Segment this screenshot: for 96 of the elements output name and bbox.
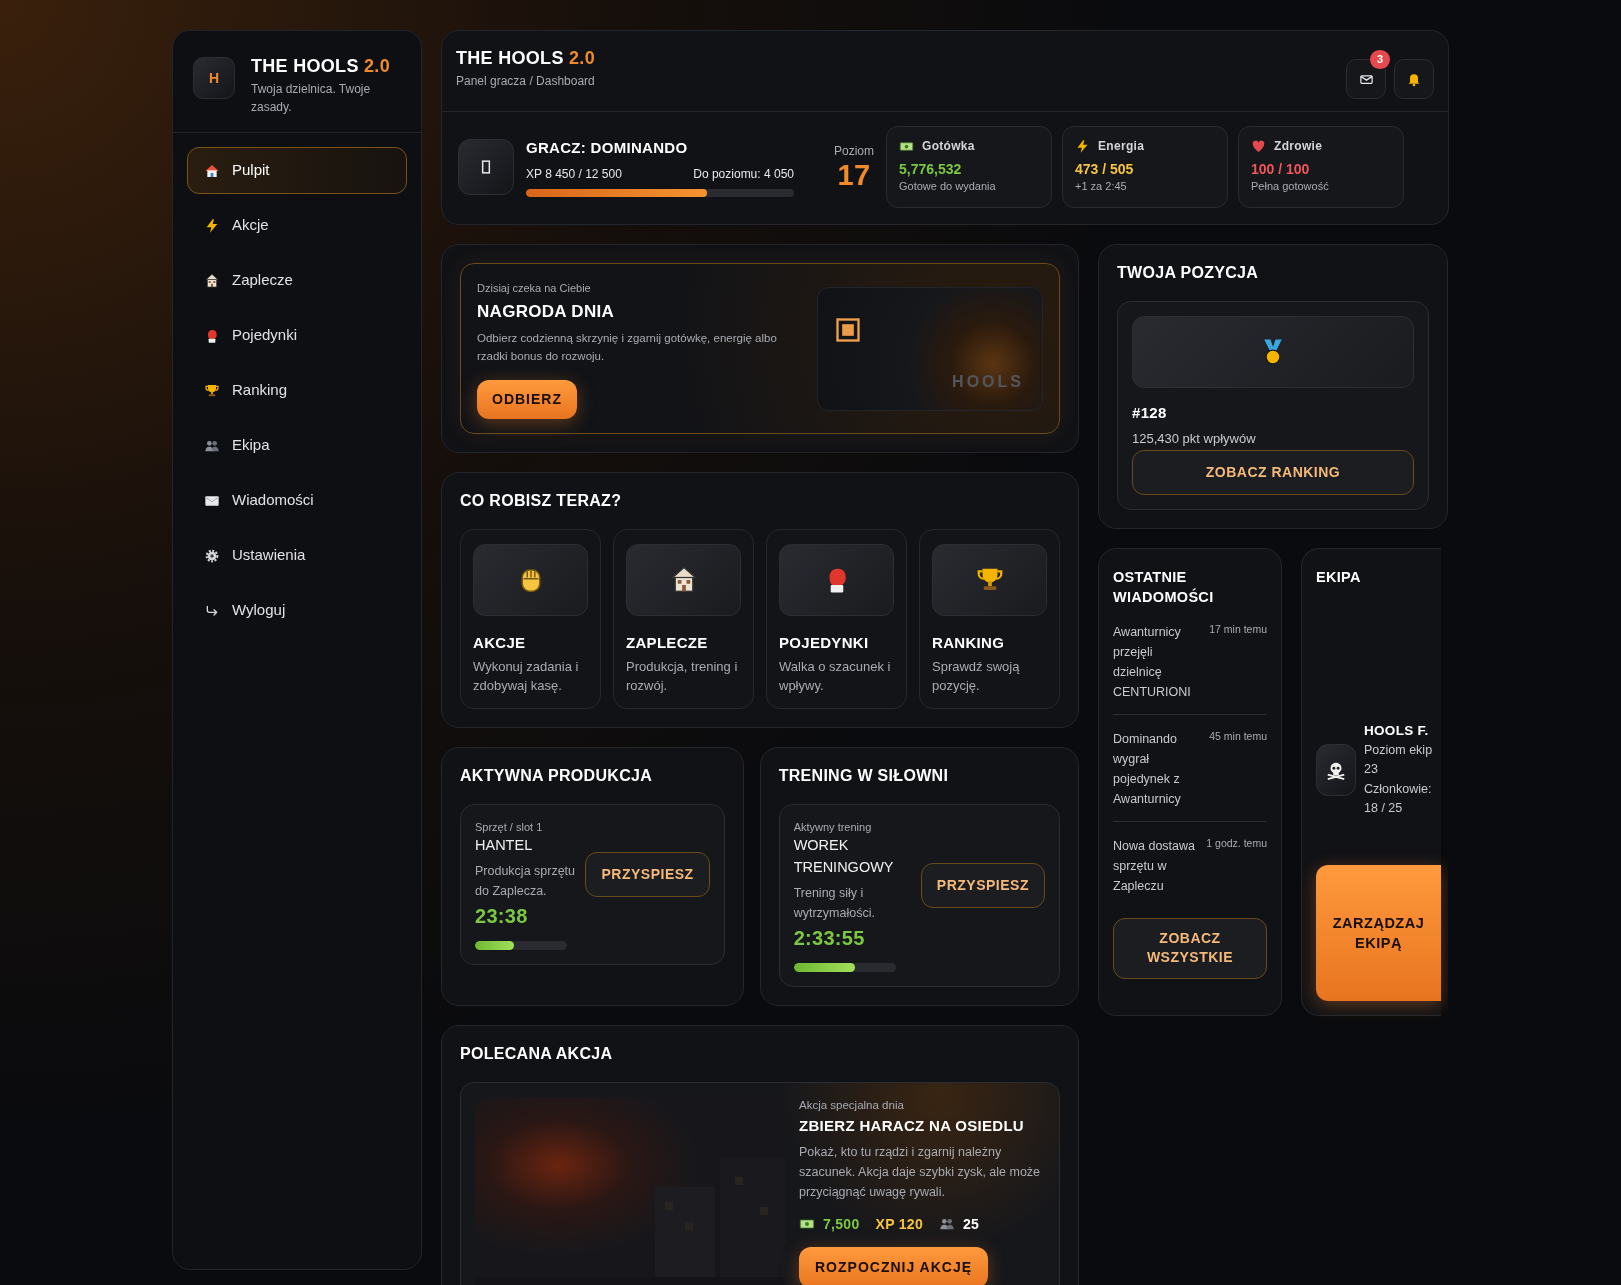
stat-note: +1 za 2:45 (1075, 178, 1128, 194)
app-title: THE HOOLS 2.0 (251, 55, 391, 78)
section-title: AKTYWNA PRODUKCJA (460, 765, 654, 786)
sidebar-item[interactable]: Ekipa (187, 422, 407, 469)
influence-points: 125,430 pkt wpływów (1132, 429, 1257, 448)
section-title: CO ROBISZ TERAZ? (460, 490, 623, 511)
reward-description: Odbierz codzienną skrzynię i zgarnij gotówkę, energię albo rzadki bonus do rozwoju. (477, 331, 778, 364)
timer-description: Produkcja sprzętu do Zaplecza. (475, 863, 577, 901)
lightning-icon (204, 217, 220, 234)
stat-label: Zdrowie (1274, 138, 1323, 155)
house-icon (204, 162, 220, 179)
app-title: THE HOOLS 2.0 (456, 47, 595, 70)
timer-item-name: HANTEL (475, 836, 534, 856)
speed-up-button[interactable]: PRZYSPIESZ (920, 862, 1045, 908)
player-name: GRACZ: DOMINANDO (526, 137, 689, 158)
timer-description: Trening siły i wytrzymałości. (793, 884, 876, 922)
message-time: 17 min temu (1209, 621, 1267, 637)
crew-detail: 18 / 25 (1364, 800, 1404, 818)
tagline: Twoja dzielnica. Twoje zasady. (251, 81, 372, 116)
message-time: 45 min temu (1209, 728, 1267, 744)
featured-title: ZBIERZ HARACZ NA OSIEDLU (799, 1116, 1025, 1137)
sidebar-item[interactable]: Ranking (187, 367, 407, 414)
message-text: Dominando wygrał pojedynek z Awanturnicy (1113, 730, 1182, 808)
reward-art-label: HOOLS (952, 372, 1024, 393)
notifications-button[interactable] (1394, 59, 1434, 99)
message-text: Awanturnicy przejęli dzielnicę CENTURIONI (1113, 623, 1192, 701)
sidebar-item[interactable]: Zaplecze (187, 257, 407, 304)
crew-detail: 23 (1364, 761, 1379, 779)
crew-detail: Poziom ekip (1364, 742, 1433, 759)
section-title: EKIPA (1316, 568, 1362, 587)
timer-eyebrow: Sprzęt / slot 1 (475, 819, 544, 835)
countdown: 23:38 (475, 904, 529, 930)
action-description: Wykonuj zadania i zdobywaj kasę. (473, 658, 580, 695)
reward-eyebrow: Dzisiaj czeka na Ciebie (477, 281, 592, 296)
section-title: POLECANA AKCJA (460, 1043, 614, 1064)
house-icon (204, 272, 220, 289)
stat-label: Energia (1098, 138, 1145, 155)
action-title: RANKING (932, 632, 1006, 653)
featured-eyebrow: Akcja specjalna dnia (799, 1097, 905, 1113)
reward-value: 7,500 (823, 1214, 860, 1234)
sidebar-item[interactable]: Pojedynki (187, 312, 407, 359)
sidebar-item[interactable]: Wyloguj (187, 587, 407, 634)
stat-value: 100 / 100 (1251, 161, 1311, 178)
timer-item-name: WOREK TRENINGOWY (793, 836, 895, 878)
countdown: 2:33:55 (793, 925, 866, 951)
square-icon (834, 316, 862, 345)
featured-description: Pokaż, kto tu rządzi i zgarnij należny szacunek. Akcja daje szybki zysk, ale może przyciągnąć uwagę rywali. (799, 1143, 1042, 1201)
crew-name: HOOLS F. (1364, 721, 1430, 740)
action-title: AKCJE (473, 632, 527, 653)
start-action-button[interactable]: ROZPOCZNIJ AKCJĘ (799, 1246, 989, 1285)
bell-icon (1406, 71, 1422, 87)
section-title: OSTATNIE WIADOMOŚCI (1113, 568, 1215, 608)
reward-title: NAGRODA DNIA (477, 300, 616, 323)
message-text: Nowa dostawa sprzętu w Zapleczu (1113, 837, 1195, 895)
sidebar-item[interactable]: Ustawienia (187, 532, 407, 579)
logo-badge: H (193, 57, 235, 99)
action-card[interactable]: RANKING Sprawdź swoją pozycję. (919, 528, 1060, 709)
claim-button[interactable]: ODBIERZ (477, 379, 577, 419)
crew-detail: Członkowie: (1364, 780, 1433, 798)
stat-note: Gotowe do wydania (899, 178, 997, 194)
view-all-button[interactable]: ZOBACZ WSZYSTKIE (1113, 917, 1267, 979)
action-card[interactable]: POJEDYNKI Walka o szacunek i wpływy. (766, 528, 907, 709)
stat-note: Pełna gotowość (1251, 178, 1330, 194)
action-title: POJEDYNKI (779, 632, 870, 653)
stat-label: Gotówka (922, 138, 975, 155)
view-ranking-button[interactable]: ZOBACZ RANKING (1132, 450, 1414, 495)
action-title: ZAPLECZE (626, 632, 709, 653)
action-card[interactable]: AKCJE Wykonuj zadania i zdobywaj kasę. (460, 528, 601, 709)
heart-icon (1251, 138, 1266, 154)
action-description: Sprawdź swoją pozycję. (932, 658, 1021, 695)
breadcrumb: Panel gracza / Dashboard (456, 73, 595, 90)
next-level-text: Do poziomu: 4 050 (693, 166, 794, 184)
speed-up-button[interactable]: PRZYSPIESZ (585, 851, 710, 897)
reward-value: 25 (963, 1214, 980, 1234)
lightning-icon (1075, 138, 1090, 154)
message-time: 1 godz. temu (1206, 835, 1267, 851)
action-description: Walka o szacunek i wpływy. (779, 658, 892, 695)
sidebar-item[interactable]: Wiadomości (187, 477, 407, 524)
gear-icon (204, 547, 220, 564)
timer-eyebrow: Aktywny trening (793, 819, 873, 835)
trophy-icon (204, 382, 220, 399)
sidebar-item[interactable]: Pulpit (187, 147, 407, 194)
xp-text: XP 8 450 / 12 500 (526, 166, 622, 184)
rank-number: #128 (1132, 403, 1168, 423)
section-title: TRENING W SIŁOWNI (778, 765, 950, 786)
section-title: TWOJA POZYCJA (1117, 263, 1260, 283)
unread-badge: 3 (1369, 50, 1390, 69)
action-description: Produkcja, trening i rozwój. (626, 658, 739, 695)
level-number: 17 (836, 160, 872, 192)
level-label: Poziom (834, 143, 874, 161)
stat-value: 5,776,532 (899, 161, 963, 178)
manage-crew-button[interactable]: ZARZĄDZAJ EKIPĄ (1316, 865, 1441, 1001)
stat-value: 473 / 505 (1075, 161, 1135, 178)
action-card[interactable]: ZAPLECZE Produkcja, trening i rozwój. (613, 528, 754, 709)
reward-value: XP 120 (875, 1214, 924, 1234)
sidebar-item[interactable]: Akcje (187, 202, 407, 249)
